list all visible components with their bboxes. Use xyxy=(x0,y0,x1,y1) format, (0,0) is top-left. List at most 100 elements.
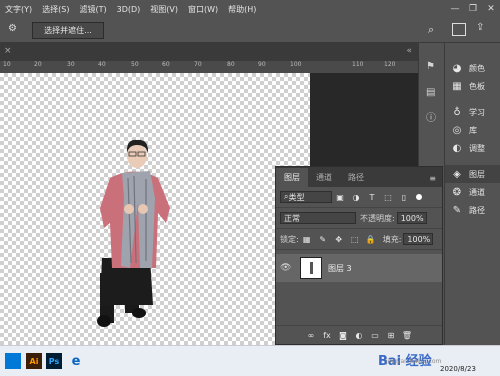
panel-strip: ◕ 颜色 ▦ 色板 ♁ 学习 ◎ 库 ◐ 调整 ◈ 图层 ❂ 通道 ✎ 路径 xyxy=(444,43,500,345)
menu-window[interactable]: 窗口(W) xyxy=(183,4,223,15)
taskbar: Ai Ps e Bai 经验 jingyan.baidu.com 2020/8/… xyxy=(0,345,500,376)
workspace-icon[interactable] xyxy=(452,23,466,36)
ruler-tick: 20 xyxy=(34,61,42,68)
lock-label: 锁定: xyxy=(280,234,299,244)
adjustment-icon[interactable]: ◐ xyxy=(354,330,364,340)
opacity-input[interactable]: 100% xyxy=(396,212,427,224)
ruler-tick: 40 xyxy=(98,61,106,68)
history-icon[interactable]: ⚑ xyxy=(426,61,435,72)
opacity-label: 不透明度: xyxy=(360,213,395,223)
layers-icon: ◈ xyxy=(453,168,461,180)
artboard-icon[interactable]: ⬚ xyxy=(350,234,360,244)
panel-learn[interactable]: ♁ 学习 xyxy=(445,103,500,121)
eye-icon[interactable]: 👁 xyxy=(280,263,294,273)
menu-3d[interactable]: 3D(D) xyxy=(112,5,146,14)
search-icon[interactable]: ⌕ xyxy=(428,23,434,37)
lightbulb-icon: ♁ xyxy=(453,106,461,118)
opacity-value: 100% xyxy=(400,213,424,223)
taskbar-date: 2020/8/23 xyxy=(440,365,476,373)
pixel-filter-icon[interactable]: ▣ xyxy=(335,192,345,202)
panel-color[interactable]: ◕ 颜色 xyxy=(445,59,500,77)
ruler-tick: 60 xyxy=(162,61,170,68)
channels-icon: ❂ xyxy=(452,186,462,198)
menu-filter[interactable]: 滤镜(T) xyxy=(74,4,111,15)
share-icon[interactable]: ⇪ xyxy=(476,22,484,33)
ruler-tick: 50 xyxy=(131,61,139,68)
panel-label: 库 xyxy=(469,125,477,135)
layer-thumbnail xyxy=(300,257,322,279)
watermark-url: jingyan.baidu.com xyxy=(386,358,442,365)
menu-text[interactable]: 文字(Y) xyxy=(0,4,37,15)
lock-transparent-icon[interactable]: ▦ xyxy=(302,234,312,244)
ruler-tick: 120 xyxy=(384,61,396,68)
layers-panel-tabs: 图层 通道 路径 ≡ xyxy=(276,167,442,187)
ruler-tick: 100 xyxy=(290,61,302,68)
tab-layers[interactable]: 图层 xyxy=(276,168,308,187)
tab-channels[interactable]: 通道 xyxy=(308,168,340,187)
minimize-icon[interactable]: — xyxy=(446,0,464,18)
filter-kind-value: 类型 xyxy=(288,192,305,202)
new-layer-icon[interactable]: ⊞ xyxy=(386,330,396,340)
library-icon: ◎ xyxy=(452,124,462,136)
adjustment-filter-icon[interactable]: ◑ xyxy=(351,192,361,202)
panel-label: 颜色 xyxy=(469,63,485,73)
folder-icon[interactable]: ▭ xyxy=(370,330,380,340)
blend-row: 正常 不透明度: 100% xyxy=(276,208,442,229)
blend-mode-select[interactable]: 正常 xyxy=(280,212,356,224)
filter-kind-select[interactable]: ⌕ 类型 xyxy=(280,191,332,203)
tab-paths[interactable]: 路径 xyxy=(340,168,372,187)
photoshop-icon[interactable]: Ps xyxy=(46,353,62,369)
panel-adjustments[interactable]: ◐ 调整 xyxy=(445,139,500,157)
fill-label: 填充: xyxy=(382,234,402,244)
panel-label: 路径 xyxy=(469,205,485,215)
ruler-tick: 90 xyxy=(258,61,266,68)
menu-view[interactable]: 视图(V) xyxy=(145,4,183,15)
edge-icon[interactable]: e xyxy=(68,353,84,369)
shape-filter-icon[interactable]: ⬚ xyxy=(383,192,393,202)
start-icon[interactable] xyxy=(5,353,21,369)
blend-mode-value: 正常 xyxy=(284,213,300,223)
fill-input[interactable]: 100% xyxy=(403,233,434,245)
smart-filter-icon[interactable]: ▯ xyxy=(399,192,409,202)
menu-help[interactable]: 帮助(H) xyxy=(223,4,261,15)
filter-toggle[interactable] xyxy=(416,194,422,200)
select-and-mask-button[interactable]: 选择并遮住... xyxy=(32,22,104,39)
trash-icon[interactable]: 🗑 xyxy=(402,330,412,340)
canvas[interactable] xyxy=(0,73,310,345)
type-filter-icon[interactable]: T xyxy=(367,192,377,202)
illustrator-icon[interactable]: Ai xyxy=(26,353,42,369)
panel-layers[interactable]: ◈ 图层 xyxy=(445,165,500,183)
close-icon[interactable]: ✕ xyxy=(482,0,500,18)
lock-row: 锁定: ▦ ✎ ✥ ⬚ 🔒 填充: 100% xyxy=(276,229,442,250)
palette-icon: ◕ xyxy=(452,62,462,74)
layer-row[interactable]: 👁 图层 3 xyxy=(276,254,442,282)
maximize-icon[interactable]: ❐ xyxy=(464,0,482,18)
lock-position-icon[interactable]: ✥ xyxy=(334,234,344,244)
ruler-tick: 70 xyxy=(194,61,202,68)
lock-pixels-icon[interactable]: ✎ xyxy=(318,234,328,244)
menu-select[interactable]: 选择(S) xyxy=(37,4,74,15)
info-icon[interactable]: ⓘ xyxy=(426,109,436,124)
lock-all-icon[interactable]: 🔒 xyxy=(366,234,376,244)
link-icon[interactable]: ∞ xyxy=(306,330,316,340)
panel-paths[interactable]: ✎ 路径 xyxy=(445,201,500,219)
swatches-icon: ▦ xyxy=(452,80,462,92)
collapse-icon[interactable]: « xyxy=(406,46,412,56)
options-bar: ⚙ 选择并遮住... ⌕ ⇪ xyxy=(0,18,500,43)
close-tab-icon[interactable]: × xyxy=(4,46,12,56)
fx-icon[interactable]: fx xyxy=(322,330,332,340)
panel-channels[interactable]: ❂ 通道 xyxy=(445,183,500,201)
panel-label: 图层 xyxy=(469,169,485,179)
ruler-tick: 110 xyxy=(352,61,364,68)
panel-label: 通道 xyxy=(469,187,485,197)
gear-icon[interactable]: ⚙ xyxy=(8,23,22,37)
paths-icon: ✎ xyxy=(452,204,462,216)
layer-name[interactable]: 图层 3 xyxy=(328,263,352,274)
panel-libraries[interactable]: ◎ 库 xyxy=(445,121,500,139)
layers-panel: 图层 通道 路径 ≡ ⌕ 类型 ▣ ◑ T ⬚ ▯ 正常 不透明度: 100% … xyxy=(275,166,443,345)
mask-icon[interactable]: ◙ xyxy=(338,330,348,340)
ruler-tick: 80 xyxy=(227,61,235,68)
panel-menu-icon[interactable]: ≡ xyxy=(423,170,442,187)
panel-swatches[interactable]: ▦ 色板 xyxy=(445,77,500,95)
properties-icon[interactable]: ▤ xyxy=(426,87,435,98)
